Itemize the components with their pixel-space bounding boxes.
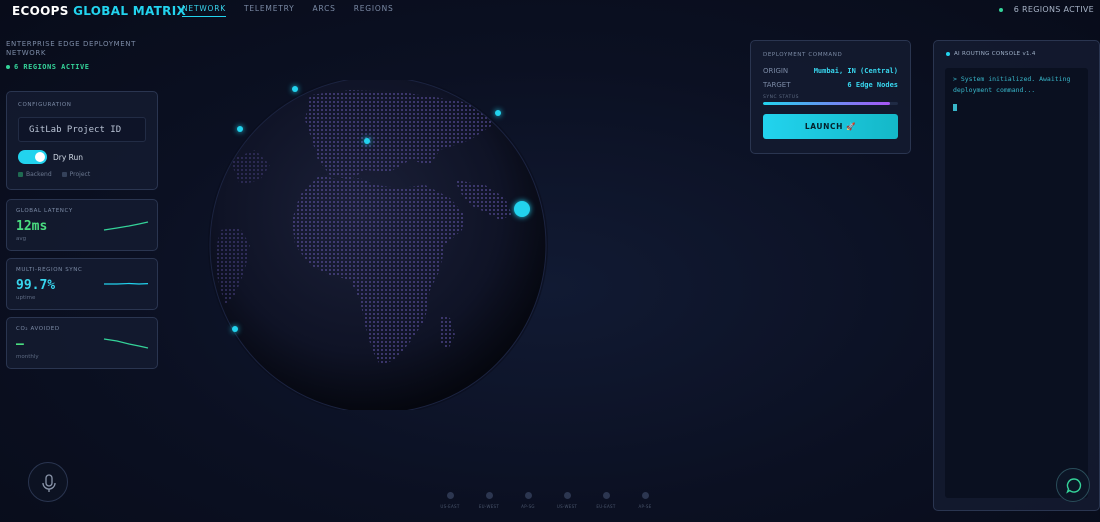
region-label: EU-WEST <box>478 504 500 509</box>
launch-button[interactable]: LAUNCH 🚀 <box>763 114 898 139</box>
configuration-panel: CONFIGURATION GitLab Project ID Dry Run … <box>6 91 158 190</box>
globe-graphic <box>208 75 548 415</box>
console-dot-icon <box>946 51 950 56</box>
chat-bubble-icon <box>1066 478 1082 494</box>
sync-progress-bar <box>763 102 898 105</box>
app-root: ECOOPS GLOBAL MATRIX NETWORK TELEMETRY A… <box>0 0 1100 522</box>
sync-status-label: SYNC STATUS <box>763 95 799 100</box>
left-header: ENTERPRISE EDGE DEPLOYMENT NETWORK 6 REG… <box>6 40 156 71</box>
origin-node-mumbai[interactable] <box>514 201 530 217</box>
target-value: 6 Edge Nodes <box>847 81 898 89</box>
region-node[interactable] <box>495 110 501 116</box>
co2-sparkline <box>103 338 149 349</box>
console-line: deployment command... <box>953 86 1036 94</box>
chat-button[interactable] <box>1056 468 1090 502</box>
tab-telemetry[interactable]: TELEMETRY <box>244 4 295 17</box>
target-label: TARGET <box>763 81 791 89</box>
console-cursor <box>953 104 957 111</box>
brand-logo: ECOOPS GLOBAL MATRIX <box>12 4 186 18</box>
console-line: > System initialized. Awaiting <box>953 75 1071 83</box>
region-dot-icon <box>446 492 454 499</box>
dry-run-row: Dry Run <box>18 150 146 164</box>
sync-sparkline <box>104 282 149 285</box>
region-label: EU-EAST <box>596 504 616 509</box>
co2-sub: monthly <box>16 354 39 360</box>
co2-title: CO₂ AVOIDED <box>16 326 60 332</box>
dry-run-label: Dry Run <box>53 152 84 162</box>
region-label: US-WEST <box>556 504 578 509</box>
region-dot-icon <box>524 492 532 499</box>
region-us-west[interactable]: US-WEST <box>557 492 577 509</box>
co2-card: CO₂ AVOIDED — monthly <box>6 317 158 369</box>
latency-sub: avg <box>16 236 27 242</box>
backend-checkbox[interactable]: Backend <box>18 171 52 178</box>
network-title: ENTERPRISE EDGE DEPLOYMENT NETWORK <box>6 40 137 57</box>
top-status-label: 6 REGIONS ACTIVE <box>1013 5 1094 14</box>
region-selector: US-EAST EU-WEST AP-SG US-WEST EU-EAST AP… <box>440 492 655 509</box>
region-node[interactable] <box>292 86 298 92</box>
backend-label: Backend <box>26 171 52 178</box>
gitlab-project-input[interactable]: GitLab Project ID <box>18 117 146 142</box>
region-ap-se[interactable]: AP-SE <box>635 492 655 509</box>
target-row: TARGET 6 Edge Nodes <box>763 81 898 89</box>
region-dot-icon <box>602 492 610 499</box>
deploy-title: DEPLOYMENT COMMAND <box>763 52 843 58</box>
microphone-icon <box>42 474 56 492</box>
globe-view[interactable] <box>200 75 560 415</box>
region-label: AP-SE <box>638 504 652 509</box>
latency-sparkline <box>103 221 149 231</box>
ai-routing-console: AI ROUTING CONSOLE v1.4 > System initial… <box>933 40 1100 511</box>
checkbox-icon <box>61 172 67 177</box>
region-ap-sg[interactable]: AP-SG <box>518 492 538 509</box>
region-node[interactable] <box>364 138 370 144</box>
sync-card: MULTI-REGION SYNC 99.7% uptime <box>6 258 158 310</box>
top-bar: ECOOPS GLOBAL MATRIX NETWORK TELEMETRY A… <box>0 0 1100 24</box>
origin-row: ORIGIN Mumbai, IN (Central) <box>763 67 898 75</box>
tab-network[interactable]: NETWORK <box>182 4 226 17</box>
latency-title: GLOBAL LATENCY <box>16 208 73 214</box>
region-eu-west[interactable]: EU-WEST <box>479 492 499 509</box>
project-label: Project <box>69 171 91 178</box>
option-checks: Backend Project <box>18 171 146 178</box>
regions-badge-label: 6 REGIONS ACTIVE <box>14 63 90 71</box>
tab-regions[interactable]: REGIONS <box>354 4 394 17</box>
region-label: US-EAST <box>440 504 460 509</box>
sync-sub: uptime <box>16 295 36 301</box>
region-dot-icon <box>641 492 649 499</box>
region-node[interactable] <box>237 126 243 132</box>
tab-arcs[interactable]: ARCS <box>313 4 336 17</box>
region-label: AP-SG <box>521 504 535 509</box>
sync-progress-fill <box>763 102 890 105</box>
region-dot-icon <box>563 492 571 499</box>
dry-run-toggle[interactable] <box>18 150 47 164</box>
mic-button[interactable] <box>28 462 68 502</box>
regions-dot-icon <box>6 65 10 69</box>
checkbox-icon <box>18 172 23 177</box>
top-status: 6 REGIONS ACTIVE <box>998 5 1094 14</box>
deployment-command-panel: DEPLOYMENT COMMAND ORIGIN Mumbai, IN (Ce… <box>750 40 911 154</box>
origin-value: Mumbai, IN (Central) <box>813 67 898 75</box>
console-title: AI ROUTING CONSOLE v1.4 <box>954 51 1036 57</box>
brand-accent: GLOBAL MATRIX <box>73 4 187 18</box>
region-eu-east[interactable]: EU-EAST <box>596 492 616 509</box>
region-us-east[interactable]: US-EAST <box>440 492 460 509</box>
region-dot-icon <box>485 492 493 499</box>
nav-tabs: NETWORK TELEMETRY ARCS REGIONS <box>182 4 394 17</box>
console-output[interactable]: > System initialized. Awaiting deploymen… <box>945 68 1088 498</box>
origin-label: ORIGIN <box>763 67 789 75</box>
region-node[interactable] <box>232 326 238 332</box>
regions-badge: 6 REGIONS ACTIVE <box>6 63 156 71</box>
configuration-title: CONFIGURATION <box>18 102 72 108</box>
sync-title: MULTI-REGION SYNC <box>16 267 83 273</box>
toggle-knob <box>35 152 45 162</box>
brand-prefix: ECOOPS <box>12 4 69 18</box>
latency-card: GLOBAL LATENCY 12ms avg <box>6 199 158 251</box>
console-header: AI ROUTING CONSOLE v1.4 <box>946 51 1087 57</box>
status-dot-icon <box>998 7 1003 12</box>
project-checkbox[interactable]: Project <box>61 171 91 178</box>
